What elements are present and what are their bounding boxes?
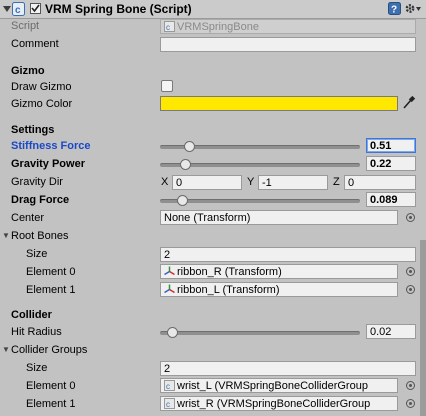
gravity-dir-x-label: X (161, 176, 169, 188)
drag-force-slider-thumb[interactable] (177, 195, 188, 206)
foldout-arrow[interactable] (3, 3, 11, 15)
hit-radius-label: Hit Radius (11, 326, 62, 338)
root-bones-element-0-field[interactable]: ribbon_R (Transform) (160, 264, 398, 279)
collider-groups-element-1-field[interactable]: c wrist_R (VRMSpringBoneColliderGroup (160, 396, 398, 411)
svg-text:c: c (166, 23, 170, 32)
gravity-dir-x-input[interactable]: 0 (172, 175, 242, 190)
collider-groups-element-0-value: wrist_L (VRMSpringBoneColliderGroup (177, 380, 368, 392)
script-label: Script (11, 20, 40, 32)
script-value: VRMSpringBone (177, 21, 259, 33)
root-bones-foldout-icon[interactable]: ▼ (2, 228, 11, 244)
collider-groups-element-0-field[interactable]: c wrist_L (VRMSpringBoneColliderGroup (160, 378, 398, 393)
root-bones-size-input[interactable]: 2 (160, 247, 416, 262)
collider-groups-element-0-picker-target-icon[interactable] (406, 381, 415, 390)
svg-text:c: c (166, 400, 170, 409)
drag-force-slider-track[interactable] (160, 199, 360, 203)
gravity-power-input[interactable]: 0.22 (366, 156, 416, 171)
stiffness-input[interactable]: 0.51 (366, 138, 416, 153)
eyedropper-icon[interactable] (401, 95, 416, 111)
svg-text:?: ? (391, 5, 397, 16)
transform-icon (164, 266, 175, 277)
root-bones-element-1-label: Element 1 (26, 284, 76, 296)
root-bones-label[interactable]: Root Bones (11, 228, 68, 244)
gravity-dir-label: Gravity Dir (11, 176, 63, 188)
svg-text:c: c (15, 5, 21, 16)
root-bones-element-1-value: ribbon_L (Transform) (177, 284, 280, 296)
hit-radius-input[interactable]: 0.02 (366, 324, 416, 339)
center-object-field[interactable]: None (Transform) (160, 210, 398, 225)
center-picker-target-icon[interactable] (406, 213, 415, 222)
center-label: Center (11, 212, 45, 224)
root-bones-size-label: Size (26, 248, 48, 260)
root-bones-element-0-picker-target-icon[interactable] (406, 267, 415, 276)
root-bones-element-1-field[interactable]: ribbon_L (Transform) (160, 282, 398, 297)
collider-groups-label[interactable]: Collider Groups (11, 342, 87, 358)
collider-groups-element-1-picker-target-icon[interactable] (406, 399, 415, 408)
svg-text:c: c (166, 382, 170, 391)
gizmo-color-swatch[interactable] (160, 96, 398, 111)
collider-groups-size-label: Size (26, 362, 48, 374)
gravity-power-slider-thumb[interactable] (180, 159, 191, 170)
root-bones-element-0-value: ribbon_R (Transform) (177, 266, 282, 278)
collider-groups-size-input[interactable]: 2 (160, 361, 416, 376)
script-field[interactable]: c VRMSpringBone (160, 19, 416, 34)
component-title: VRM Spring Bone (Script) (45, 2, 192, 16)
gravity-dir-y-input[interactable]: -1 (258, 175, 328, 190)
gravity-power-label: Gravity Power (11, 158, 85, 170)
comment-label: Comment (11, 38, 59, 50)
collider-groups-element-1-value: wrist_R (VRMSpringBoneColliderGroup (177, 398, 371, 410)
stiffness-label: Stiffness Force (11, 140, 91, 152)
draw-gizmo-label: Draw Gizmo (11, 81, 72, 93)
script-file-icon: c (164, 21, 175, 32)
script-file-icon: c (164, 380, 175, 391)
root-bones-element-1-picker-target-icon[interactable] (406, 285, 415, 294)
settings-gear-icon[interactable] (404, 2, 422, 15)
collider-groups-foldout-icon[interactable]: ▼ (2, 342, 11, 358)
gizmo-section-header: Gizmo (11, 65, 45, 77)
settings-section-header: Settings (11, 124, 55, 136)
stiffness-slider-thumb[interactable] (184, 141, 195, 152)
hit-radius-slider-track[interactable] (160, 331, 360, 335)
gizmo-color-label: Gizmo Color (11, 98, 73, 110)
hit-radius-slider-thumb[interactable] (167, 327, 178, 338)
inspector-scrollbar[interactable] (420, 240, 426, 416)
collider-groups-element-0-label: Element 0 (26, 380, 76, 392)
gravity-dir-y-label: Y (247, 176, 255, 188)
draw-gizmo-checkbox[interactable] (161, 80, 173, 92)
drag-force-label: Drag Force (11, 194, 70, 206)
enabled-checkbox[interactable] (30, 3, 41, 14)
gravity-dir-z-input[interactable]: 0 (344, 175, 416, 190)
collider-groups-element-1-label: Element 1 (26, 398, 76, 410)
help-icon[interactable]: ? (388, 2, 401, 16)
collider-section-header: Collider (11, 309, 52, 321)
comment-input[interactable] (160, 37, 416, 52)
script-icon: c (12, 2, 25, 16)
transform-icon (164, 284, 175, 295)
drag-force-input[interactable]: 0.089 (366, 192, 416, 207)
script-file-icon: c (164, 398, 175, 409)
gravity-dir-z-label: Z (333, 176, 340, 188)
root-bones-element-0-label: Element 0 (26, 266, 76, 278)
